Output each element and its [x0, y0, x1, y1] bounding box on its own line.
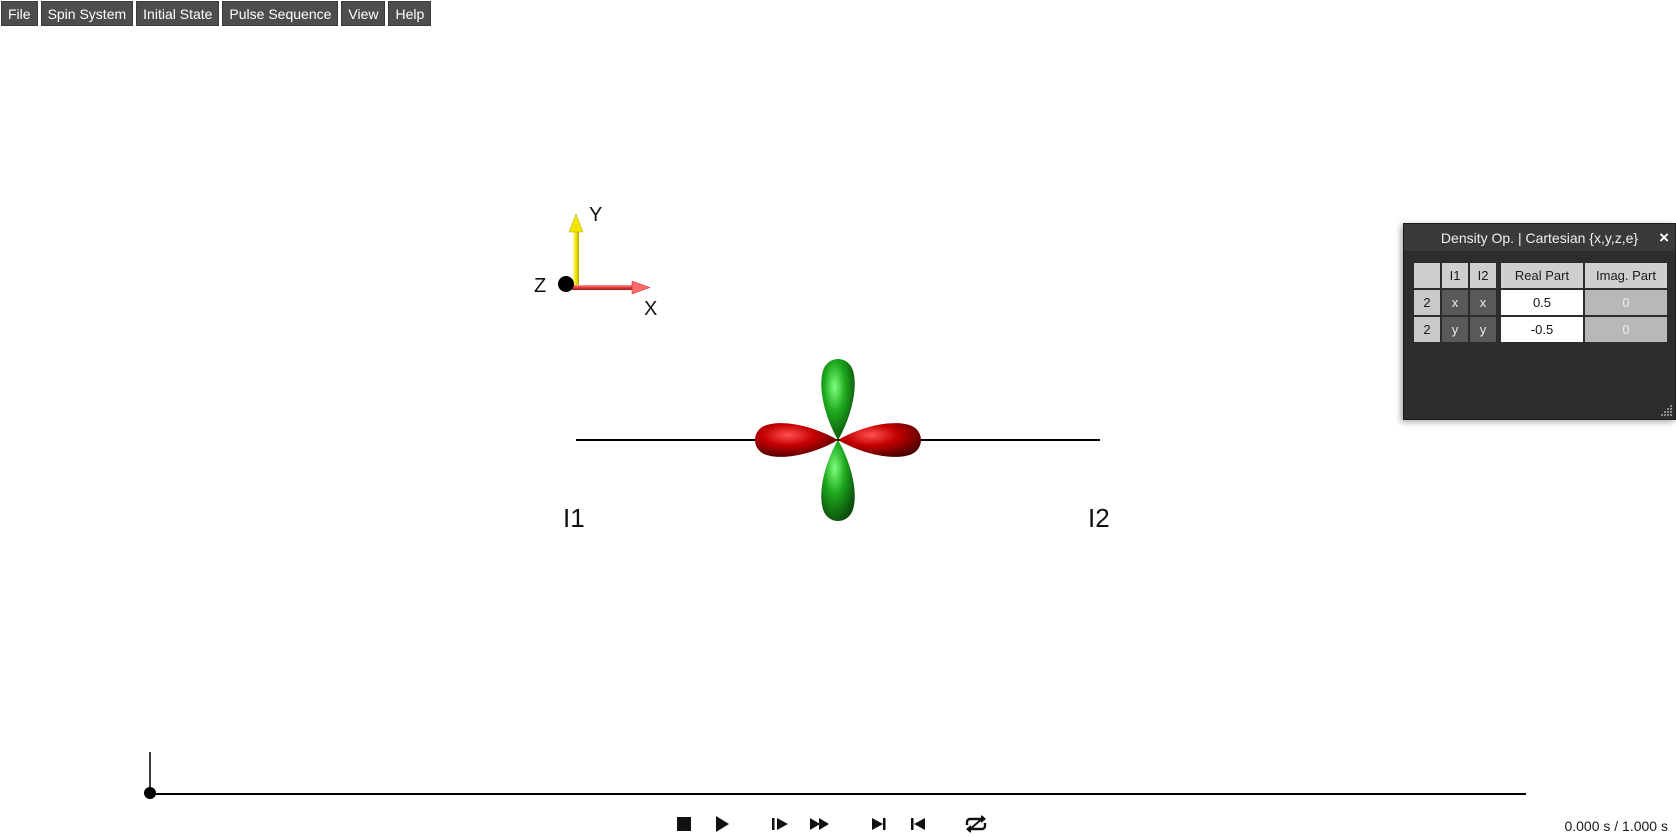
x-axis-arrow	[572, 285, 634, 290]
y-axis-arrowhead	[568, 213, 584, 233]
stop-button[interactable]	[671, 811, 697, 837]
header-i1: I1	[1442, 263, 1468, 288]
timeline-start-marker[interactable]	[144, 787, 156, 799]
lobe-red-right	[838, 423, 921, 457]
z-axis-dot	[558, 276, 574, 292]
panel-title-bar[interactable]: Density Op. | Cartesian {x,y,z,e} ×	[1404, 224, 1675, 251]
menu-help[interactable]: Help	[388, 1, 432, 26]
fast-forward-icon	[810, 818, 829, 830]
z-axis-label: Z	[534, 275, 546, 297]
y-axis-arrow	[573, 230, 579, 286]
step-forward-icon	[772, 818, 788, 830]
menu-file[interactable]: File	[1, 1, 38, 26]
axis-triad: Y X Z	[534, 204, 657, 320]
y-axis-label: Y	[589, 204, 602, 226]
spin-label-i1: I1	[563, 503, 585, 533]
panel-title: Density Op. | Cartesian {x,y,z,e}	[1440, 229, 1639, 246]
row-i1-op: x	[1442, 290, 1468, 315]
skip-to-start-icon	[911, 818, 925, 830]
skip-to-end-button[interactable]	[866, 811, 892, 837]
menu-spin-system[interactable]: Spin System	[40, 1, 134, 26]
play-icon	[716, 816, 729, 832]
header-i2: I2	[1470, 263, 1496, 288]
imag-part-field[interactable]: 0	[1585, 317, 1667, 342]
header-imag-part: Imag. Part	[1585, 263, 1667, 288]
header-real-part: Real Part	[1501, 263, 1583, 288]
lobe-green-top	[821, 359, 855, 440]
column-divider	[1498, 263, 1499, 288]
close-icon[interactable]: ×	[1659, 227, 1669, 248]
header-index	[1414, 263, 1440, 288]
row-i2-op: x	[1470, 290, 1496, 315]
x-axis-arrowhead	[631, 280, 651, 295]
skip-to-end-icon	[872, 818, 886, 830]
imag-part-field[interactable]: 0	[1585, 290, 1667, 315]
step-forward-button[interactable]	[767, 811, 793, 837]
real-part-field[interactable]: 0.5	[1501, 290, 1583, 315]
resize-grip-icon[interactable]	[1661, 405, 1673, 417]
time-readout: 0.000 s / 1.000 s	[1564, 818, 1668, 834]
skip-to-start-button[interactable]	[905, 811, 931, 837]
menu-pulse-sequence[interactable]: Pulse Sequence	[222, 1, 339, 26]
density-operator-panel[interactable]: Density Op. | Cartesian {x,y,z,e} × I1 I…	[1403, 223, 1676, 420]
fast-forward-button[interactable]	[807, 811, 833, 837]
x-axis-label: X	[644, 298, 657, 320]
timeline[interactable]	[144, 752, 1526, 799]
row-index: 2	[1414, 317, 1440, 342]
stop-icon	[677, 817, 691, 831]
table-row: 2 y y -0.5 0	[1414, 317, 1667, 342]
spin-label-i2: I2	[1088, 503, 1110, 533]
row-i1-op: y	[1442, 317, 1468, 342]
play-button[interactable]	[709, 811, 735, 837]
loop-button[interactable]	[963, 811, 989, 837]
density-table: I1 I2 Real Part Imag. Part 2 x x 0.5 0 2…	[1412, 261, 1669, 344]
playback-controls	[0, 811, 1676, 837]
menu-view[interactable]: View	[341, 1, 386, 26]
table-header-row: I1 I2 Real Part Imag. Part	[1414, 263, 1667, 288]
row-i2-op: y	[1470, 317, 1496, 342]
table-row: 2 x x 0.5 0	[1414, 290, 1667, 315]
column-divider	[1498, 317, 1499, 342]
lobe-red-left	[755, 423, 838, 457]
menu-initial-state[interactable]: Initial State	[136, 1, 220, 26]
loop-icon	[965, 815, 987, 833]
row-index: 2	[1414, 290, 1440, 315]
lobe-green-bottom	[821, 440, 855, 521]
menu-bar: File Spin System Initial State Pulse Seq…	[1, 1, 432, 26]
density-glyph[interactable]	[755, 359, 921, 521]
column-divider	[1498, 290, 1499, 315]
real-part-field[interactable]: -0.5	[1501, 317, 1583, 342]
